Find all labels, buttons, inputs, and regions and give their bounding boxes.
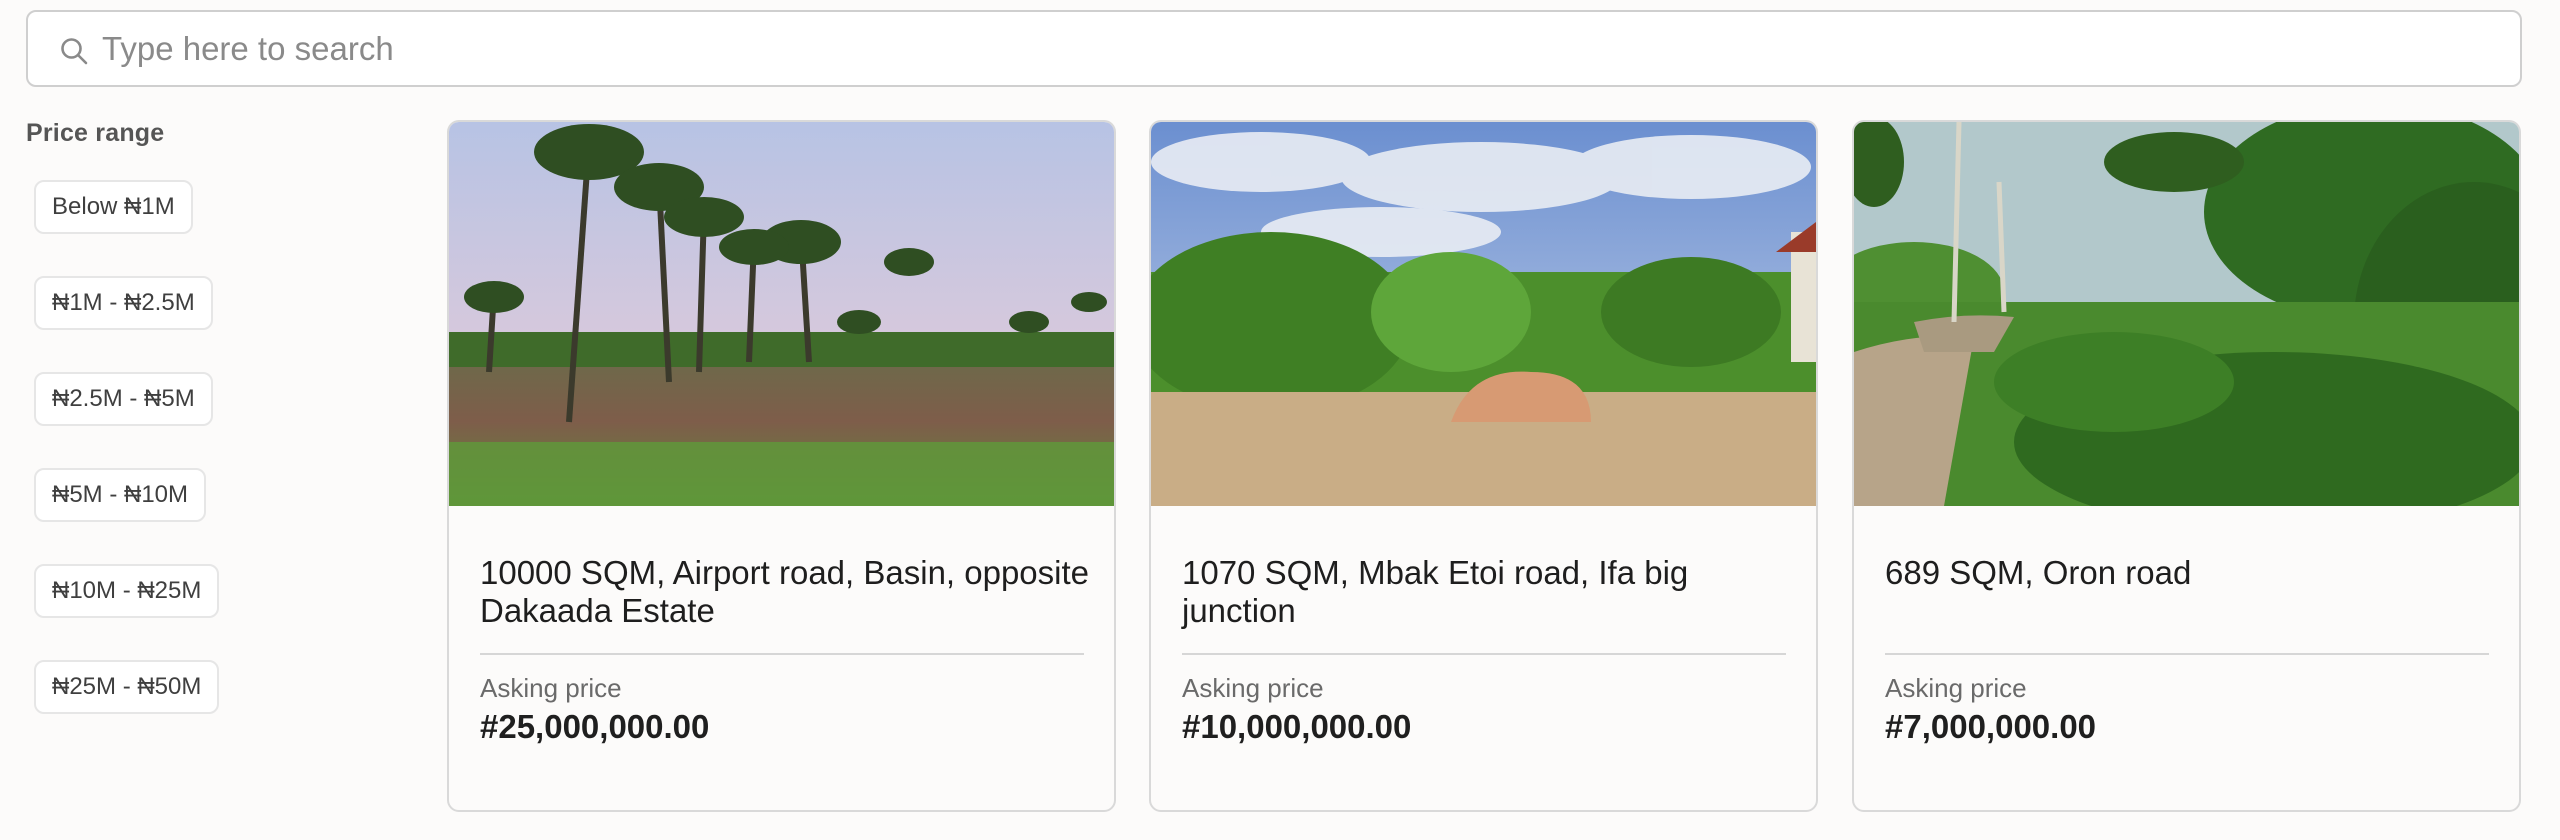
asking-price-label: Asking price (1885, 673, 2027, 703)
asking-price-value: #7,000,000.00 (1885, 708, 2097, 745)
land-photo[interactable] (1151, 122, 1816, 506)
listing-card[interactable]: 10000 SQM, Airport road, Basin, opposite… (447, 120, 1116, 812)
land-photo[interactable] (1854, 122, 2519, 506)
listing-title[interactable]: 10000 SQM, Airport road, Basin, opposite… (480, 554, 1090, 630)
divider (480, 653, 1084, 655)
search-bar[interactable] (26, 10, 2522, 87)
price-chip-below-1m[interactable]: Below ₦1M (34, 180, 193, 234)
price-filter-sidebar: Price range (26, 115, 406, 151)
price-chip-25m-50m[interactable]: ₦25M - ₦50M (34, 660, 220, 714)
search-input[interactable] (102, 12, 2482, 85)
asking-price-label: Asking price (1182, 673, 1324, 703)
asking-price-value: #25,000,000.00 (480, 708, 710, 745)
price-range-heading: Price range (26, 119, 165, 147)
land-photo[interactable] (449, 122, 1114, 506)
price-chip-2-5m-5m[interactable]: ₦2.5M - ₦5M (34, 372, 213, 426)
price-chip-10m-25m[interactable]: ₦10M - ₦25M (34, 564, 220, 618)
listing-card[interactable]: 689 SQM, Oron road Asking price #7,000,0… (1852, 120, 2521, 812)
listing-title[interactable]: 1070 SQM, Mbak Etoi road, Ifa big juncti… (1182, 554, 1792, 630)
listing-title[interactable]: 689 SQM, Oron road (1885, 554, 2495, 592)
price-chip-5m-10m[interactable]: ₦5M - ₦10M (34, 468, 207, 522)
divider (1885, 653, 2489, 655)
asking-price-label: Asking price (480, 673, 622, 703)
search-icon (61, 38, 88, 65)
divider (1182, 653, 1786, 655)
listing-card[interactable]: 1070 SQM, Mbak Etoi road, Ifa big juncti… (1149, 120, 1818, 812)
asking-price-value: #10,000,000.00 (1182, 708, 1412, 745)
price-chip-1m-2-5m[interactable]: ₦1M - ₦2.5M (34, 276, 213, 330)
